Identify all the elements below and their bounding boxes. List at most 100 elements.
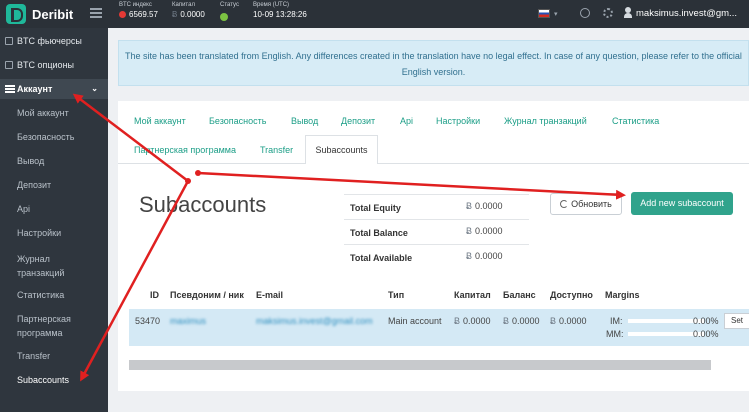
tab-subaccounts[interactable]: Subaccounts [305,135,378,164]
options-icon [5,61,13,69]
gear-icon[interactable] [603,8,613,18]
sidebar-item-transactions[interactable]: Журнал транзакций [0,252,80,280]
status-online-icon [220,13,228,21]
add-subaccount-button[interactable]: Add new subaccount [631,192,733,215]
tab-my-account[interactable]: Мой аккаунт [134,116,186,126]
sidebar-section-label: Аккаунт [17,84,53,94]
sidebar-item-label: BTC опционы [17,60,75,70]
column-header-nick[interactable]: Псевдоним / ник [170,290,244,300]
hamburger-menu-icon[interactable] [90,8,102,18]
summary-value: 0.0000 [475,201,503,211]
refresh-label: Обновить [571,199,612,209]
notifications-icon[interactable] [580,8,590,18]
refresh-icon [560,200,569,208]
page-title: Subaccounts [139,192,267,217]
logo-text: Deribit [32,6,74,22]
stat-btc-index: BTC индекс 6569.57 [119,2,158,19]
cell-available: Ƀ 0.0000 [550,316,587,326]
sidebar-item-deposit[interactable]: Депозит [0,180,108,190]
cell-type: Main account [388,316,442,326]
tab-settings[interactable]: Настройки [436,116,480,126]
stat-label: Капитал [172,2,195,8]
stat-value: 0.0000 [180,10,205,19]
column-header-type[interactable]: Тип [388,290,404,300]
summary-table: Total Equity Ƀ 0.0000 Total Balance Ƀ 0.00… [344,194,529,269]
sidebar-item-label: BTC фьючерсы [17,36,82,46]
sidebar-item-security[interactable]: Безопасность [0,132,108,142]
cell-id: 53470 [135,316,161,326]
column-header-margins[interactable]: Margins [605,290,640,300]
column-header-email[interactable]: E-mail [256,290,283,300]
sidebar: BTC фьючерсы BTC опционы Аккаунт ⌄ Мой а… [0,28,108,412]
main-panel: Мой аккаунт Безопасность Вывод Депозит A… [118,101,749,391]
column-header-capital[interactable]: Капитал [454,290,491,300]
summary-value: 0.0000 [475,251,503,261]
russian-flag-icon[interactable] [538,9,550,18]
summary-row: Total Available Ƀ 0.0000 [344,244,529,269]
sidebar-item-api[interactable]: Api [0,204,108,214]
tab-transfer[interactable]: Transfer [260,145,293,155]
summary-value: 0.0000 [475,226,503,236]
btc-icon: Ƀ [503,316,510,326]
sidebar-item-withdraw[interactable]: Вывод [0,156,108,166]
tab-partner-program[interactable]: Партнерская программа [134,145,236,155]
sidebar-section-account[interactable]: Аккаунт ⌄ [0,79,108,99]
cell-capital: Ƀ 0.0000 [454,316,491,326]
sidebar-item-statistics[interactable]: Статистика [0,290,108,300]
summary-row: Total Balance Ƀ 0.0000 [344,219,529,244]
cell-balance: Ƀ 0.0000 [503,316,540,326]
column-header-id[interactable]: ID [150,290,159,300]
btc-icon: Ƀ [466,226,473,236]
summary-label: Total Available [350,253,413,263]
sidebar-item-my-account[interactable]: Мой аккаунт [0,108,108,118]
mm-label: MM: [606,329,624,339]
user-icon[interactable] [624,7,632,19]
im-value: 0.00% [693,316,719,326]
tabs-divider [118,163,749,164]
sidebar-item-btc-futures[interactable]: BTC фьючерсы [0,36,108,46]
sidebar-item-btc-options[interactable]: BTC опционы [0,60,108,70]
sidebar-item-settings[interactable]: Настройки [0,228,108,238]
stat-label: Время (UTC) [253,2,290,8]
sliders-icon [5,85,15,93]
btc-icon: Ƀ [550,316,557,326]
top-bar: Deribit BTC индекс 6569.57 Капитал Ƀ 0.00… [0,0,749,28]
stat-equity: Капитал Ƀ 0.0000 [172,2,205,19]
language-chevron-down-icon[interactable]: ▾ [554,10,558,18]
cell-email: maksimus.invest@gmail.com [256,316,373,326]
table-row[interactable] [129,309,749,346]
stat-label: Статус [220,2,239,8]
stat-status: Статус [220,2,239,26]
sidebar-item-transfer[interactable]: Transfer [0,351,108,361]
stat-value: 10-09 13:28:26 [253,10,307,19]
horizontal-scrollbar[interactable] [129,360,711,370]
summary-label: Total Equity [350,203,401,213]
user-email[interactable]: maksimus.invest@gm... [636,8,737,19]
tab-deposit[interactable]: Депозит [341,116,375,126]
translation-notice: The site has been translated from Englis… [118,40,749,86]
tab-security[interactable]: Безопасность [209,116,266,126]
set-button[interactable]: Set [724,313,749,329]
cell-nick: maximus [170,316,207,326]
futures-icon [5,37,13,45]
mm-value: 0.00% [693,329,719,339]
deribit-logo-icon [6,4,26,24]
btc-icon: Ƀ [466,251,473,261]
logo[interactable]: Deribit [6,4,73,24]
im-label: IM: [610,316,623,326]
sidebar-item-subaccounts[interactable]: Subaccounts [0,375,108,385]
btc-icon: Ƀ [454,316,461,326]
summary-label: Total Balance [350,228,408,238]
stat-value: 6569.57 [129,10,158,19]
tab-statistics[interactable]: Статистика [612,116,659,126]
column-header-balance[interactable]: Баланс [503,290,536,300]
chevron-down-icon: ⌄ [91,84,98,93]
column-header-available[interactable]: Доступно [550,290,593,300]
sidebar-item-partner-program[interactable]: Партнерская программа [0,312,90,340]
down-indicator-icon [119,11,126,18]
tab-api[interactable]: Api [400,116,413,126]
refresh-button[interactable]: Обновить [550,193,622,215]
tab-transactions[interactable]: Журнал транзакций [504,116,587,126]
tab-withdraw[interactable]: Вывод [291,116,318,126]
stat-label: BTC индекс [119,2,152,8]
